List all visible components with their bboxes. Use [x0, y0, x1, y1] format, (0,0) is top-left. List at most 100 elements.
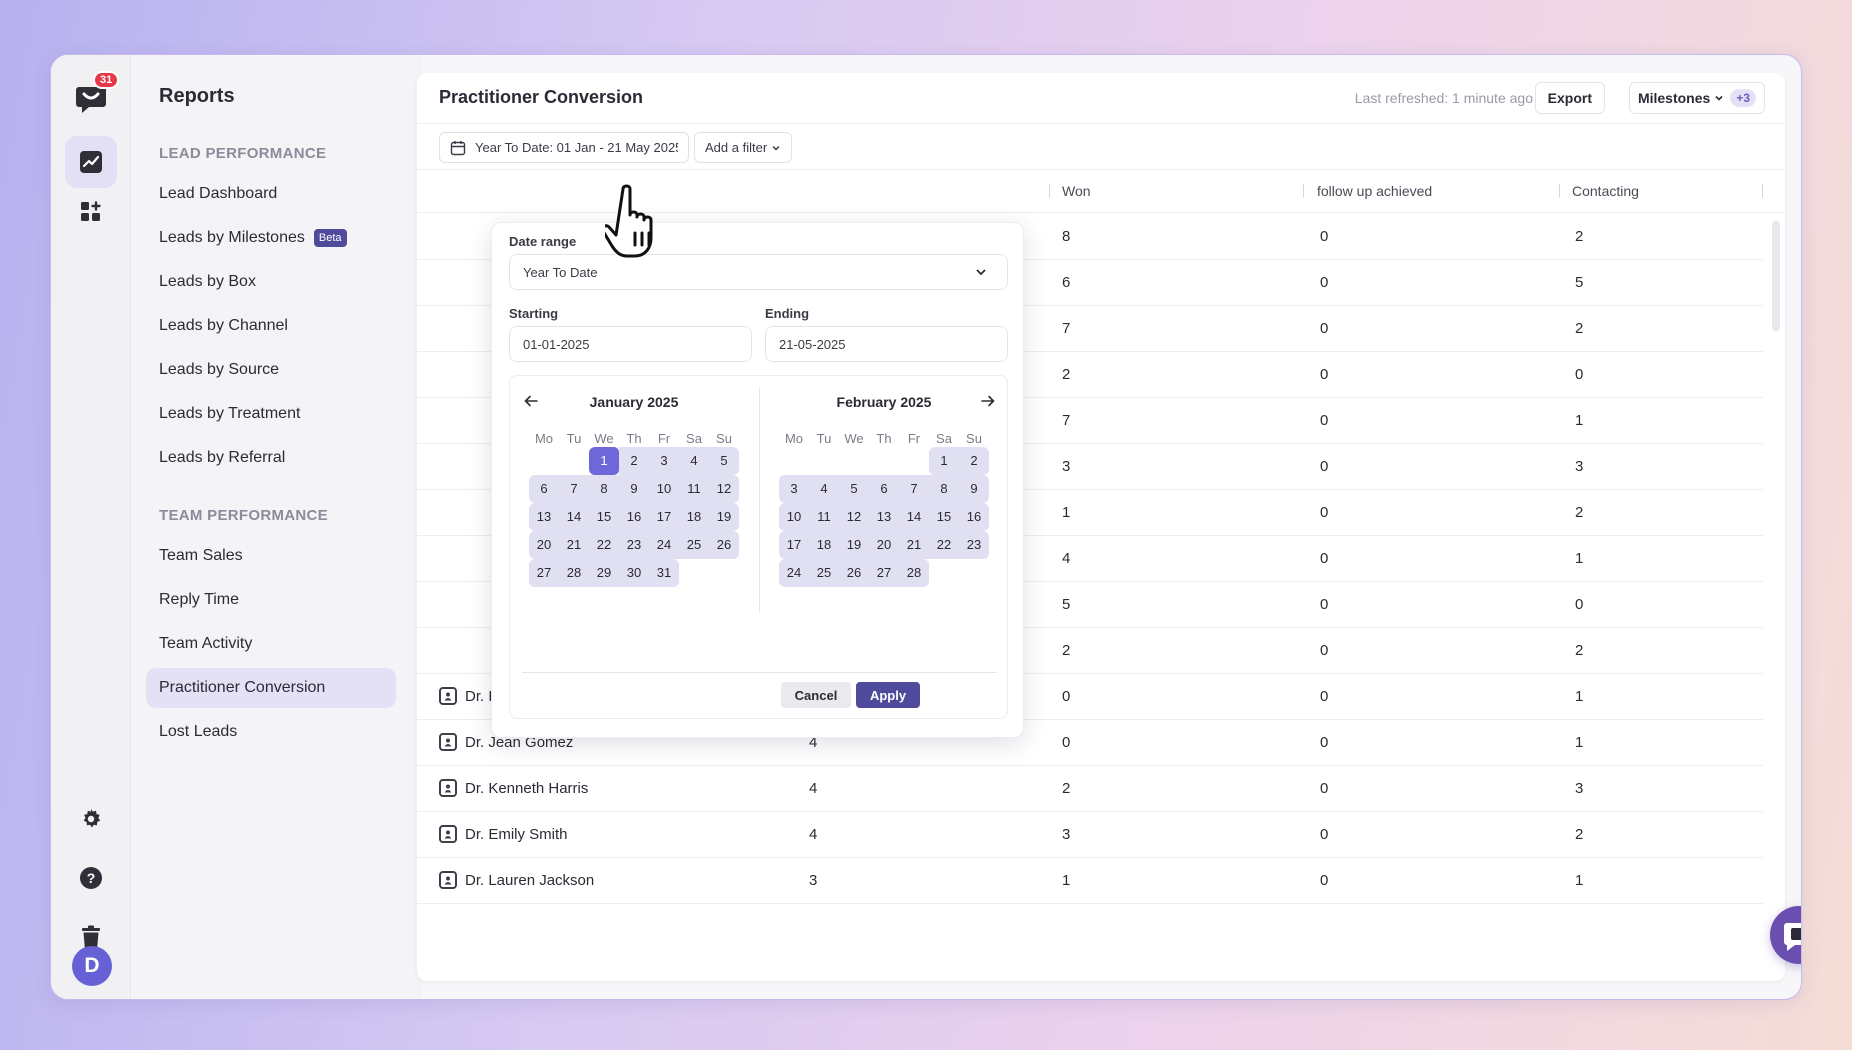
calendar-day[interactable]: 11 [809, 503, 839, 531]
calendar-day[interactable]: 21 [559, 531, 589, 559]
column-divider[interactable] [1762, 184, 1763, 198]
calendar-day[interactable]: 27 [869, 559, 899, 587]
column-divider[interactable] [1559, 184, 1560, 198]
date-range-chip[interactable]: Year To Date: 01 Jan - 21 May 2025 [439, 132, 689, 163]
calendar-day[interactable]: 8 [589, 475, 619, 503]
calendar-day[interactable]: 28 [559, 559, 589, 587]
next-month-button[interactable] [977, 390, 999, 412]
calendar-day[interactable]: 9 [959, 475, 989, 503]
calendar-day[interactable]: 13 [869, 503, 899, 531]
calendar-day[interactable]: 20 [529, 531, 559, 559]
chat-logo-icon[interactable]: 31 [73, 71, 120, 115]
table-row[interactable]: Dr. Lauren Jackson 3 1 0 1 [417, 858, 1763, 904]
export-button[interactable]: Export [1534, 82, 1605, 114]
calendar-day[interactable]: 7 [899, 475, 929, 503]
calendar-day[interactable]: 19 [839, 531, 869, 559]
sidebar-item-leads-by-source[interactable]: Leads by Source [146, 350, 396, 390]
calendar-day[interactable]: 1 [929, 447, 959, 475]
calendar-day[interactable]: 14 [899, 503, 929, 531]
ending-date-input[interactable]: 21-05-2025 [765, 326, 1008, 362]
calendar-day[interactable]: 10 [779, 503, 809, 531]
column-divider[interactable] [1303, 184, 1304, 198]
calendar-day[interactable]: 23 [619, 531, 649, 559]
chevron-down-icon [1715, 95, 1723, 101]
user-avatar[interactable]: D [72, 946, 112, 986]
calendar-day[interactable]: 15 [929, 503, 959, 531]
calendar-day[interactable]: 14 [559, 503, 589, 531]
sidebar-item-leads-by-milestones[interactable]: Leads by Milestones Beta [146, 218, 396, 258]
calendar-day[interactable]: 4 [679, 447, 709, 475]
column-header-contacting[interactable]: Contacting [1572, 183, 1639, 199]
calendar-day[interactable]: 24 [779, 559, 809, 587]
sidebar-item-lost-leads[interactable]: Lost Leads [146, 712, 396, 752]
table-row[interactable]: Dr. Kenneth Harris 4 2 0 3 [417, 766, 1763, 812]
calendar-day[interactable]: 5 [709, 447, 739, 475]
reports-nav-button[interactable] [65, 136, 117, 188]
calendar-day[interactable]: 25 [679, 531, 709, 559]
practitioner-icon [439, 733, 457, 751]
calendar-day[interactable]: 28 [899, 559, 929, 587]
calendar-day[interactable]: 31 [649, 559, 679, 587]
calendar-day[interactable]: 24 [649, 531, 679, 559]
calendar-day[interactable]: 22 [589, 531, 619, 559]
sidebar-item-team-sales[interactable]: Team Sales [146, 536, 396, 576]
table-scrollbar[interactable] [1772, 221, 1780, 331]
calendar-day[interactable]: 26 [839, 559, 869, 587]
calendar-day[interactable]: 12 [709, 475, 739, 503]
column-header-follow-up-achieved[interactable]: follow up achieved [1317, 183, 1432, 199]
apps-nav-button[interactable] [65, 186, 117, 238]
calendar-day[interactable]: 18 [679, 503, 709, 531]
column-divider[interactable] [1049, 184, 1050, 198]
milestones-dropdown[interactable]: Milestones +3 [1628, 82, 1765, 114]
sidebar-item-leads-by-treatment[interactable]: Leads by Treatment [146, 394, 396, 434]
cancel-button[interactable]: Cancel [781, 682, 851, 708]
calendar-day[interactable]: 22 [929, 531, 959, 559]
add-filter-button[interactable]: Add a filter [694, 132, 793, 163]
calendar-day[interactable]: 16 [959, 503, 989, 531]
sidebar-item-team-activity[interactable]: Team Activity [146, 624, 396, 664]
calendar-day[interactable]: 12 [839, 503, 869, 531]
table-row[interactable]: Dr. Emily Smith 4 3 0 2 [417, 812, 1763, 858]
date-range-select[interactable]: Year To Date [509, 254, 1008, 290]
sidebar-item-reply-time[interactable]: Reply Time [146, 580, 396, 620]
calendar-day[interactable]: 6 [869, 475, 899, 503]
calendar-day[interactable]: 7 [559, 475, 589, 503]
sidebar-item-lead-dashboard[interactable]: Lead Dashboard [146, 174, 396, 214]
calendar-day[interactable]: 10 [649, 475, 679, 503]
calendar-day[interactable]: 18 [809, 531, 839, 559]
sidebar-item-leads-by-box[interactable]: Leads by Box [146, 262, 396, 302]
calendar-day[interactable]: 2 [619, 447, 649, 475]
settings-button[interactable] [65, 793, 117, 845]
calendar-day[interactable]: 21 [899, 531, 929, 559]
calendar-day[interactable]: 17 [779, 531, 809, 559]
sidebar-item-leads-by-referral[interactable]: Leads by Referral [146, 438, 396, 478]
calendar-day[interactable]: 29 [589, 559, 619, 587]
calendar-day[interactable]: 6 [529, 475, 559, 503]
calendar-day[interactable]: 26 [709, 531, 739, 559]
calendar-day[interactable]: 20 [869, 531, 899, 559]
calendar-day[interactable]: 19 [709, 503, 739, 531]
calendar-day[interactable]: 13 [529, 503, 559, 531]
apply-button[interactable]: Apply [856, 682, 920, 708]
calendar-day[interactable]: 8 [929, 475, 959, 503]
calendar-day[interactable]: 16 [619, 503, 649, 531]
calendar-day[interactable]: 15 [589, 503, 619, 531]
calendar-day[interactable]: 25 [809, 559, 839, 587]
calendar-day[interactable]: 9 [619, 475, 649, 503]
sidebar-item-leads-by-channel[interactable]: Leads by Channel [146, 306, 396, 346]
calendar-day[interactable]: 27 [529, 559, 559, 587]
calendar-day[interactable]: 3 [649, 447, 679, 475]
help-button[interactable]: ? [65, 852, 117, 904]
calendar-day[interactable]: 23 [959, 531, 989, 559]
column-header-won[interactable]: Won [1062, 183, 1091, 199]
calendar-day[interactable]: 30 [619, 559, 649, 587]
sidebar-item-practitioner-conversion[interactable]: Practitioner Conversion [146, 668, 396, 708]
calendar-day[interactable]: 4 [809, 475, 839, 503]
calendar-day[interactable]: 17 [649, 503, 679, 531]
starting-date-input[interactable]: 01-01-2025 [509, 326, 752, 362]
calendar-day[interactable]: 5 [839, 475, 869, 503]
calendar-day[interactable]: 1 [589, 447, 619, 475]
calendar-day[interactable]: 2 [959, 447, 989, 475]
calendar-day[interactable]: 11 [679, 475, 709, 503]
calendar-day[interactable]: 3 [779, 475, 809, 503]
